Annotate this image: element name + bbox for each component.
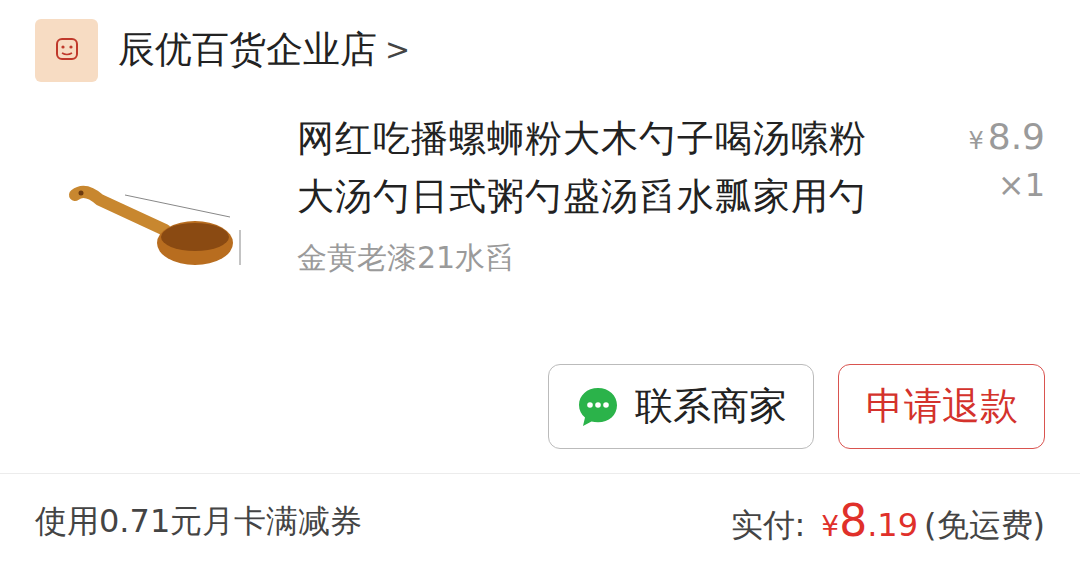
divider [0, 473, 1080, 474]
shop-name[interactable]: 辰优百货企业店 [118, 28, 377, 72]
chevron-icon[interactable]: > [385, 32, 410, 68]
product-info[interactable]: 网红吃播螺蛳粉大木勺子喝汤嗦粉大汤勺日式粥勺盛汤舀水瓢家用勺金黄老漆21水舀 [297, 110, 946, 330]
coupon-info: 使用0.71元月卡满减券 [35, 500, 362, 544]
contact-button[interactable]: 联系商家 [548, 364, 814, 449]
paid-integer: 8 [839, 495, 867, 546]
paid-decimal: .19 [867, 506, 918, 544]
price-column: ¥8.9×1 [968, 110, 1045, 330]
paid-label: 实付: [731, 504, 806, 548]
product-price: ¥8.9 [968, 114, 1045, 161]
shop-logo-icon[interactable] [35, 19, 98, 82]
shipping-note: (免运费) [924, 504, 1045, 548]
shop-header[interactable]: 辰优百货企业店> [0, 0, 1080, 82]
spoon-icon [55, 155, 255, 285]
product-row[interactable]: 网红吃播螺蛳粉大木勺子喝汤嗦粉大汤勺日式粥勺盛汤舀水瓢家用勺金黄老漆21水舀¥8… [0, 82, 1080, 330]
product-image[interactable] [35, 110, 275, 330]
shop-name-link[interactable]: 辰优百货企业店> [118, 28, 410, 72]
currency-symbol: ¥ [968, 126, 983, 157]
paid-price: ¥8.19 [811, 495, 918, 546]
product-title[interactable]: 网红吃播螺蛳粉大木勺子喝汤嗦粉大汤勺日式粥勺盛汤舀水瓢家用勺 [297, 110, 897, 226]
paid-currency: ¥ [821, 510, 839, 543]
chat-icon [575, 384, 621, 430]
action-buttons: 联系商家 申请退款 [0, 330, 1080, 449]
product-variant: 金黄老漆21水舀 [297, 238, 946, 277]
price-value: 8.9 [988, 114, 1045, 161]
quantity: ×1 [998, 165, 1045, 207]
button-label[interactable]: 联系商家 [635, 381, 787, 432]
paid-amount: 实付:¥8.19(免运费) [731, 495, 1045, 548]
button-label[interactable]: 申请退款 [866, 381, 1018, 432]
order-footer: 使用0.71元月卡满减券实付:¥8.19(免运费) [0, 474, 1080, 569]
refund-button[interactable]: 申请退款 [838, 364, 1045, 449]
